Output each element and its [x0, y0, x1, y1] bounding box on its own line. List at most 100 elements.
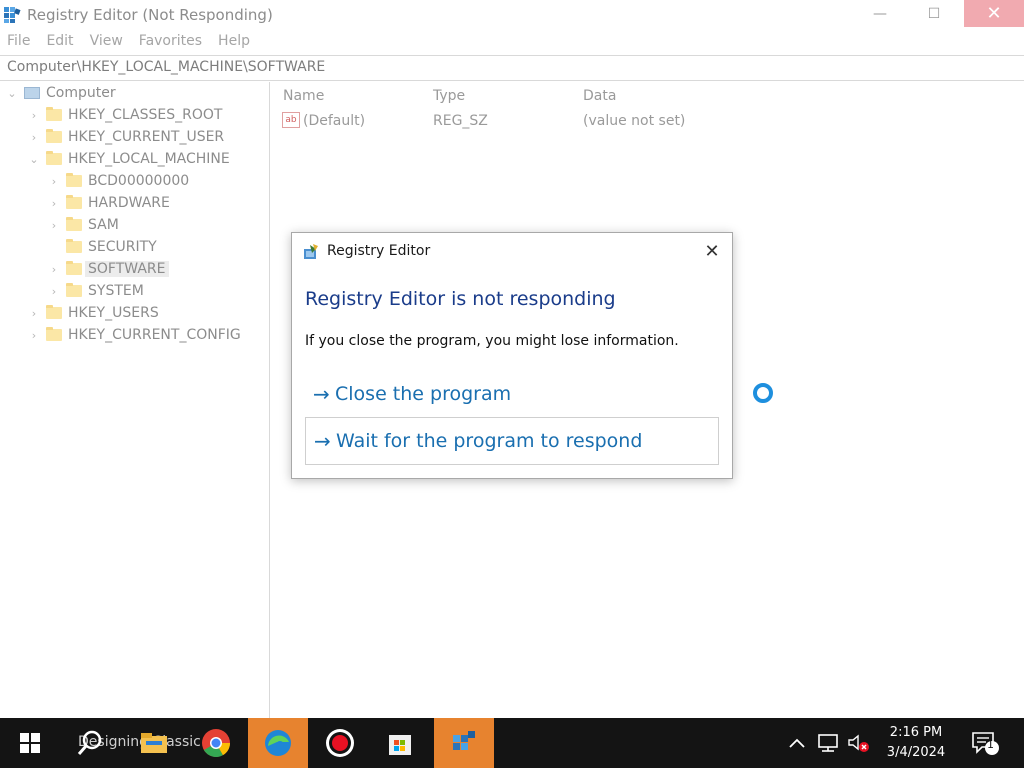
wait-program-label: Wait for the program to respond — [336, 430, 643, 452]
not-responding-dialog: Registry Editor ✕ Registry Editor is not… — [291, 232, 733, 479]
registry-editor-icon — [453, 731, 475, 750]
column-header-data[interactable]: Data — [583, 88, 616, 104]
tree-item-hkey-current-user[interactable]: › HKEY_CURRENT_USER — [28, 126, 224, 148]
menu-edit[interactable]: Edit — [46, 31, 73, 53]
tree-item-hkey-classes-root[interactable]: › HKEY_CLASSES_ROOT — [28, 104, 222, 126]
tree-item-label: Computer — [46, 85, 116, 101]
folder-icon — [66, 195, 82, 209]
minimize-button[interactable]: — — [852, 0, 908, 28]
taskbar-edge[interactable] — [248, 718, 308, 768]
tree-item-bcd00000000[interactable]: › BCD00000000 — [48, 170, 189, 192]
tree-item-hkey-local-machine[interactable]: ⌄ HKEY_LOCAL_MACHINE — [28, 148, 230, 170]
close-program-button[interactable]: → Close the program — [305, 370, 719, 418]
tree-item-hardware[interactable]: › HARDWARE — [48, 192, 170, 214]
registry-editor-app-icon — [4, 7, 21, 23]
dialog-close-button[interactable]: ✕ — [700, 239, 724, 263]
chevron-right-icon[interactable]: › — [48, 263, 60, 276]
store-icon — [389, 735, 411, 755]
folder-icon — [46, 327, 62, 341]
registry-editor-icon — [304, 244, 318, 259]
menu-favorites[interactable]: Favorites — [139, 31, 202, 53]
arrow-right-icon: → — [313, 382, 330, 406]
close-window-button[interactable]: ✕ — [964, 0, 1024, 27]
chevron-right-icon[interactable]: › — [48, 285, 60, 298]
tree-item-label: HKEY_CLASSES_ROOT — [68, 107, 223, 123]
folder-icon — [46, 129, 62, 143]
taskbar-registry-editor[interactable] — [434, 718, 494, 768]
edge-icon — [265, 730, 291, 756]
record-icon — [326, 729, 354, 757]
file-explorer-icon — [141, 733, 167, 753]
folder-icon — [66, 217, 82, 231]
wait-program-button[interactable]: → Wait for the program to respond — [305, 417, 719, 465]
chevron-right-icon[interactable]: › — [28, 131, 40, 144]
folder-icon — [46, 305, 62, 319]
tree-item-label: HARDWARE — [88, 195, 170, 211]
window-title: Registry Editor (Not Responding) — [27, 6, 273, 24]
tree-item-software[interactable]: › SOFTWARE — [48, 258, 169, 280]
title-bar: Registry Editor (Not Responding) — ☐ ✕ — [0, 0, 1024, 30]
start-button[interactable] — [0, 718, 60, 768]
tree-item-hkey-users[interactable]: › HKEY_USERS — [28, 302, 159, 324]
dialog-title: Registry Editor — [327, 243, 431, 259]
chrome-icon — [202, 729, 230, 757]
folder-icon — [46, 151, 62, 165]
address-path: Computer\HKEY_LOCAL_MACHINE\SOFTWARE — [7, 59, 326, 75]
chevron-right-icon[interactable]: › — [28, 109, 40, 122]
taskbar-recorder[interactable] — [312, 718, 368, 768]
chevron-right-icon[interactable]: › — [28, 307, 40, 320]
address-bar[interactable]: Computer\HKEY_LOCAL_MACHINE\SOFTWARE — [0, 55, 1024, 81]
computer-icon — [24, 87, 40, 99]
volume-muted-icon — [848, 734, 869, 752]
folder-icon — [66, 283, 82, 297]
action-center-button[interactable]: 1 — [970, 718, 1004, 768]
chevron-down-icon[interactable]: ⌄ — [6, 87, 18, 100]
folder-icon — [66, 173, 82, 187]
folder-icon — [66, 261, 82, 275]
taskbar-file-explorer[interactable] — [126, 718, 182, 768]
notification-count: 1 — [987, 738, 994, 751]
value-data: (value not set) — [583, 113, 686, 129]
chevron-right-icon[interactable]: › — [48, 219, 60, 232]
dialog-message: If you close the program, you might lose… — [305, 333, 679, 349]
tree-item-label: BCD00000000 — [88, 173, 190, 189]
tree-item-label: HKEY_LOCAL_MACHINE — [68, 151, 230, 167]
show-hidden-icons-button[interactable] — [788, 718, 810, 768]
clock-date: 3/4/2024 — [886, 745, 946, 760]
chevron-right-icon[interactable]: › — [48, 175, 60, 188]
menu-file[interactable]: File — [7, 31, 30, 53]
windows-logo-icon — [20, 733, 40, 753]
taskbar-store[interactable] — [372, 718, 428, 768]
tree-item-label: HKEY_CURRENT_USER — [68, 129, 225, 145]
column-header-name[interactable]: Name — [283, 88, 324, 104]
clock-time: 2:16 PM — [889, 725, 943, 740]
key-tree-pane[interactable]: ⌄ Computer › HKEY_CLASSES_ROOT › HKEY_CU… — [0, 82, 270, 718]
chevron-right-icon[interactable]: › — [28, 329, 40, 342]
value-type: REG_SZ — [433, 113, 488, 129]
column-header-type[interactable]: Type — [433, 88, 465, 104]
tree-item-computer[interactable]: ⌄ Computer — [6, 82, 116, 104]
tree-item-hkey-current-config[interactable]: › HKEY_CURRENT_CONFIG — [28, 324, 241, 346]
string-value-icon: ab — [282, 112, 300, 128]
chevron-right-icon[interactable]: › — [48, 197, 60, 210]
tree-item-system[interactable]: › SYSTEM — [48, 280, 144, 302]
tree-item-label: SYSTEM — [88, 283, 144, 299]
chevron-down-icon[interactable]: ⌄ — [28, 153, 40, 166]
tree-item-sam[interactable]: › SAM — [48, 214, 119, 236]
taskbar-chrome[interactable] — [188, 718, 244, 768]
maximize-button[interactable]: ☐ — [906, 0, 962, 28]
taskbar: Designing Classic M — [0, 718, 1024, 768]
volume-button[interactable] — [846, 718, 872, 768]
network-button[interactable] — [816, 718, 842, 768]
search-icon — [77, 730, 102, 755]
tree-item-security[interactable]: SECURITY — [48, 236, 157, 258]
tree-item-label: HKEY_CURRENT_CONFIG — [68, 327, 241, 343]
notification-icon — [972, 732, 999, 755]
taskbar-clock[interactable]: 2:16 PM 3/4/2024 — [873, 723, 959, 763]
menu-view[interactable]: View — [90, 31, 123, 53]
search-button[interactable] — [62, 718, 118, 768]
menu-help[interactable]: Help — [218, 31, 250, 53]
menu-bar: File Edit View Favorites Help — [0, 31, 259, 53]
network-icon — [818, 734, 838, 752]
value-name[interactable]: (Default) — [303, 113, 365, 129]
